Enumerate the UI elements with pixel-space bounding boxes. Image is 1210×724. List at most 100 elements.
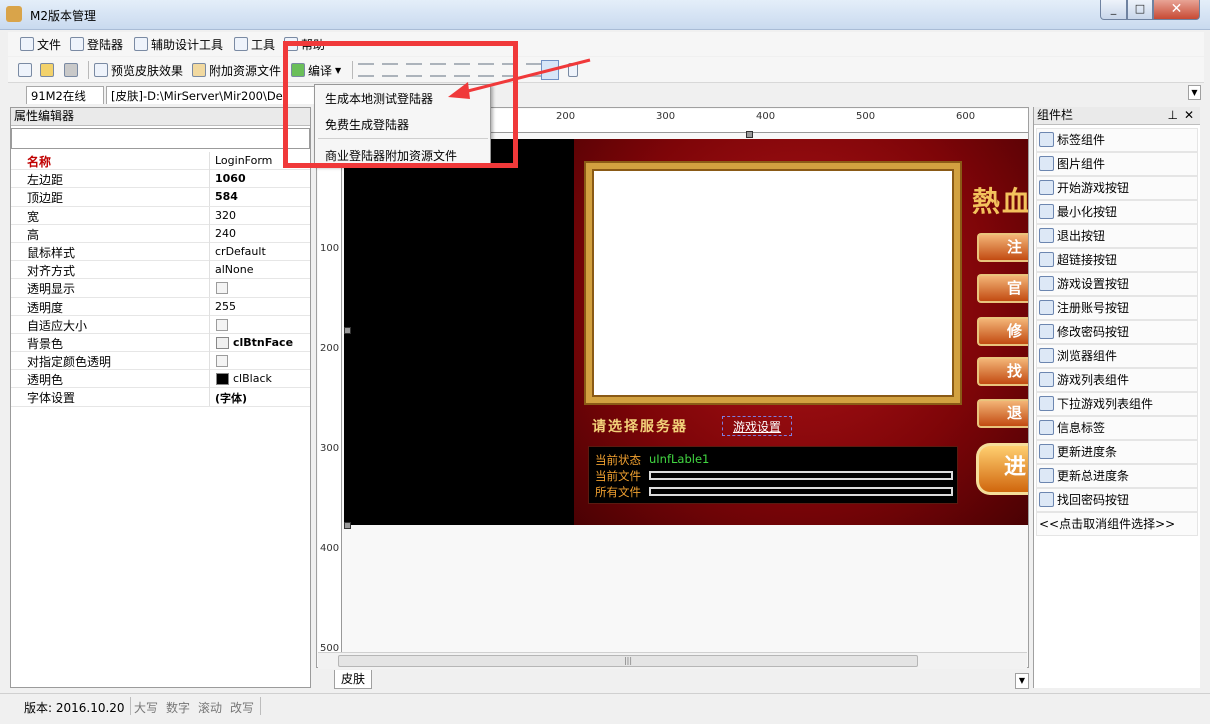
news-browser-frame[interactable] <box>586 163 960 403</box>
exit-button[interactable]: 退 <box>977 399 1028 428</box>
component-icon <box>1039 444 1054 460</box>
start-game-button[interactable]: 进 <box>976 443 1028 495</box>
tab-skin-bottom[interactable]: 皮肤 <box>334 670 373 689</box>
component-item[interactable]: 注册账号按钮 <box>1036 296 1198 320</box>
file-icon <box>20 37 34 51</box>
save-button[interactable] <box>64 60 78 80</box>
resize-handle[interactable] <box>746 131 753 138</box>
property-editor-title: 属性编辑器 <box>11 108 310 126</box>
component-item[interactable]: 修改密码按钮 <box>1036 320 1198 344</box>
register-button[interactable]: 注 <box>977 233 1028 262</box>
property-value[interactable]: (字体) <box>215 390 247 406</box>
property-row[interactable]: 自适应大小 <box>11 315 310 334</box>
tabs-dropdown-button[interactable]: ▼ <box>1188 85 1201 100</box>
property-row[interactable]: 透明度 255 <box>11 297 310 316</box>
component-item[interactable]: 退出按钮 <box>1036 224 1198 248</box>
column-divider <box>209 242 210 261</box>
resize-handle[interactable] <box>344 327 351 334</box>
preview-skin-button[interactable]: 预览皮肤效果 <box>94 60 183 80</box>
component-item[interactable]: 浏览器组件 <box>1036 344 1198 368</box>
component-item[interactable]: 超链接按钮 <box>1036 248 1198 272</box>
component-item[interactable]: 图片组件 <box>1036 152 1198 176</box>
property-value[interactable]: clBtnFace <box>233 336 293 349</box>
menu-tools[interactable]: 工具 <box>234 35 275 53</box>
column-divider <box>209 333 210 352</box>
component-label: 浏览器组件 <box>1057 349 1118 364</box>
component-panel-title: 组件栏 <box>1037 108 1074 122</box>
component-label: 更新总进度条 <box>1057 469 1130 484</box>
component-item[interactable]: 找回密码按钮 <box>1036 488 1198 512</box>
component-item[interactable]: 开始游戏按钮 <box>1036 176 1198 200</box>
property-value[interactable]: 320 <box>215 209 236 222</box>
game-settings-link[interactable]: 游戏设置 <box>722 416 793 436</box>
menu-launcher[interactable]: 登陆器 <box>70 35 123 53</box>
open-button[interactable] <box>40 60 54 80</box>
property-row[interactable]: 名称 LoginForm <box>11 152 310 171</box>
property-key: 对齐方式 <box>27 264 76 279</box>
ruler-label: 300 <box>656 111 676 122</box>
attach-resources-button[interactable]: 附加资源文件 <box>192 60 281 80</box>
property-row[interactable]: 透明显示 <box>11 279 310 298</box>
property-row[interactable]: 背景色 clBtnFace <box>11 333 310 353</box>
ruler-label: 600 <box>956 111 976 122</box>
property-value[interactable]: LoginForm <box>215 154 272 167</box>
property-value[interactable]: crDefault <box>215 245 266 258</box>
property-row[interactable]: 宽 320 <box>11 206 310 225</box>
component-item[interactable]: 最小化按钮 <box>1036 200 1198 224</box>
component-item[interactable]: 标签组件 <box>1036 128 1198 152</box>
maximize-button[interactable]: □ <box>1127 0 1153 20</box>
component-icon <box>1039 420 1054 436</box>
property-row[interactable]: 左边距 1060 <box>11 170 310 189</box>
component-item[interactable]: <<点击取消组件选择>> <box>1036 512 1198 536</box>
property-row[interactable]: 高 240 <box>11 224 310 243</box>
horizontal-scrollbar[interactable]: ||| <box>318 652 1027 669</box>
all-files-progress <box>649 487 953 496</box>
column-divider <box>209 224 210 243</box>
menu-design-tools[interactable]: 辅助设计工具 <box>134 35 223 53</box>
property-row[interactable]: 鼠标样式 crDefault <box>11 242 310 262</box>
property-checkbox[interactable] <box>216 355 228 368</box>
official-site-button[interactable]: 官 <box>977 274 1028 303</box>
new-file-icon <box>18 63 32 77</box>
status-divider <box>130 697 131 715</box>
component-icon <box>1039 396 1054 412</box>
property-checkbox[interactable] <box>216 282 228 295</box>
new-button[interactable] <box>18 60 32 80</box>
panel-close-icon[interactable]: ✕ <box>1184 107 1194 124</box>
component-item[interactable]: 信息标签 <box>1036 416 1198 440</box>
close-button[interactable]: ✕ <box>1153 0 1200 20</box>
component-item[interactable]: 更新总进度条 <box>1036 464 1198 488</box>
property-value[interactable]: 584 <box>215 190 238 203</box>
property-filter-input[interactable] <box>11 128 310 149</box>
property-row[interactable]: 对齐方式 alNone <box>11 261 310 280</box>
property-row[interactable]: 顶边距 584 <box>11 188 310 207</box>
toolbar-separator <box>88 61 89 79</box>
resize-handle[interactable] <box>344 522 351 529</box>
game-logo: 熱血 <box>972 185 1028 218</box>
component-item[interactable]: 下拉游戏列表组件 <box>1036 392 1198 416</box>
property-value[interactable]: 255 <box>215 300 236 313</box>
menu-file[interactable]: 文件 <box>20 35 61 53</box>
preview-icon <box>94 63 108 77</box>
property-value[interactable]: clBlack <box>233 372 272 385</box>
property-value[interactable]: 1060 <box>215 172 246 185</box>
property-checkbox[interactable] <box>216 318 228 331</box>
component-item[interactable]: 更新进度条 <box>1036 440 1198 464</box>
bottom-dropdown-button[interactable]: ▼ <box>1015 673 1029 689</box>
property-row[interactable]: 透明色 clBlack <box>11 370 310 389</box>
change-password-button[interactable]: 修 <box>977 317 1028 346</box>
minimize-button[interactable]: _ <box>1100 0 1127 20</box>
component-label: 退出按钮 <box>1057 229 1106 244</box>
find-password-button[interactable]: 找 <box>977 357 1028 386</box>
property-key: 左边距 <box>27 173 64 188</box>
status-label: 当前状态 <box>595 453 641 467</box>
property-row[interactable]: 对指定颜色透明 <box>11 352 310 371</box>
property-value[interactable]: 240 <box>215 227 236 240</box>
property-row[interactable]: 字体设置 (字体) <box>11 388 310 407</box>
scroll-thumb[interactable]: ||| <box>338 655 918 667</box>
tab-91m2[interactable]: 91M2在线 <box>26 86 104 104</box>
property-value[interactable]: alNone <box>215 263 254 276</box>
component-item[interactable]: 游戏设置按钮 <box>1036 272 1198 296</box>
component-item[interactable]: 游戏列表组件 <box>1036 368 1198 392</box>
pin-icon[interactable]: ⊥ <box>1168 107 1178 124</box>
